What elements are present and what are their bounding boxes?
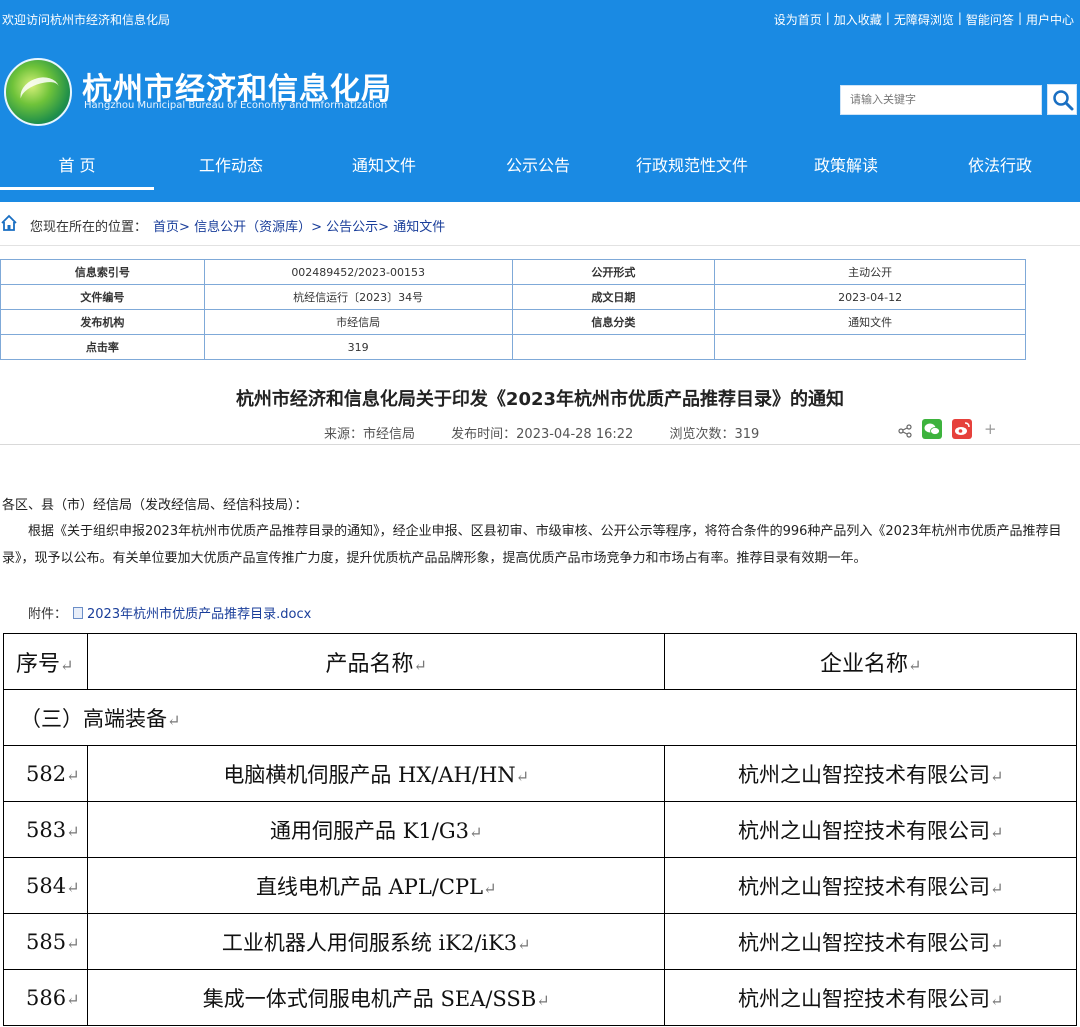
meta-key: 发布机构 xyxy=(0,309,205,335)
meta-value: 市经信局 xyxy=(203,309,513,335)
breadcrumb-announcements[interactable]: 公告公示 xyxy=(326,220,378,235)
user-center-link[interactable]: 用户中心 xyxy=(1026,11,1074,28)
breadcrumb-label: 您现在所在的位置： xyxy=(30,220,148,235)
section-title: （三）高端装备↵ xyxy=(3,689,1077,746)
meta-key: 文件编号 xyxy=(0,284,205,310)
section-row: （三）高端装备↵ xyxy=(3,689,1077,746)
row-company: 杭州之山智控技术有限公司 xyxy=(738,986,991,1011)
row-company: 杭州之山智控技术有限公司 xyxy=(738,818,991,843)
nav-notices[interactable]: 通知文件 xyxy=(307,146,461,190)
main-nav: 首 页 工作动态 通知文件 公示公告 行政规范性文件 政策解读 依法行政 xyxy=(0,146,1080,190)
meta-key: 成文日期 xyxy=(511,284,716,310)
table-header-row: 序号↵ 产品名称↵ 企业名称↵ xyxy=(3,633,1077,690)
table-row: 582↵ 电脑横机伺服产品 HX/AH/HN↵ 杭州之山智控技术有限公司↵ xyxy=(3,745,1077,802)
breadcrumb-info-public[interactable]: 信息公开（资源库） xyxy=(194,220,311,235)
row-company: 杭州之山智控技术有限公司 xyxy=(738,874,991,899)
table-row: 583↵ 通用伺服产品 K1/G3↵ 杭州之山智控技术有限公司↵ xyxy=(3,801,1077,858)
document-icon xyxy=(73,607,84,619)
header-no: 序号↵ xyxy=(3,633,88,690)
nav-policy-interpretation[interactable]: 政策解读 xyxy=(769,146,923,190)
row-company: 杭州之山智控技术有限公司 xyxy=(738,930,991,955)
header-company: 企业名称↵ xyxy=(664,633,1077,690)
add-favorite-link[interactable]: 加入收藏 xyxy=(834,11,882,28)
table-row: 584↵ 直线电机产品 APL/CPL↵ 杭州之山智控技术有限公司↵ xyxy=(3,857,1077,914)
nav-normative-docs[interactable]: 行政规范性文件 xyxy=(615,146,769,190)
meta-value: 319 xyxy=(203,334,513,360)
attachment-link[interactable]: 2023年杭州市优质产品推荐目录.docx xyxy=(87,607,311,622)
more-share-icon[interactable]: + xyxy=(984,420,997,438)
welcome-text: 欢迎访问杭州市经济和信息化局 xyxy=(2,13,171,27)
meta-value: 主动公开 xyxy=(714,259,1026,285)
attachment-label: 附件： xyxy=(28,607,68,622)
article-title: 杭州市经济和信息化局关于印发《2023年杭州市优质产品推荐目录》的通知 xyxy=(235,389,845,410)
divider xyxy=(0,245,1080,246)
row-product: 直线电机产品 APL/CPL xyxy=(255,874,484,899)
meta-empty xyxy=(511,334,716,360)
meta-key: 公开形式 xyxy=(511,259,716,285)
row-no: 585 xyxy=(26,929,67,954)
breadcrumb-home[interactable]: 首页 xyxy=(153,220,179,235)
home-icon xyxy=(1,214,17,231)
search-input[interactable]: 请输入关键字 xyxy=(840,85,1042,115)
table-row: 586↵ 集成一体式伺服电机产品 SEA/SSB↵ 杭州之山智控技术有限公司↵ xyxy=(3,969,1077,1026)
row-product: 电脑横机伺服产品 HX/AH/HN xyxy=(223,762,516,787)
wechat-icon[interactable] xyxy=(922,419,942,439)
breadcrumb-notices[interactable]: 通知文件 xyxy=(393,220,445,235)
breadcrumb: 您现在所在的位置： 首页> 信息公开（资源库）> 公告公示> 通知文件 xyxy=(0,210,1080,238)
article-publish-time: 发布时间：2023-04-28 16:22 xyxy=(451,427,634,442)
article-source: 来源：市经信局 xyxy=(324,427,416,442)
row-no: 583 xyxy=(26,817,67,842)
nav-work-news[interactable]: 工作动态 xyxy=(154,146,308,190)
row-no: 582 xyxy=(26,761,67,786)
attachment: 附件： 2023年杭州市优质产品推荐目录.docx xyxy=(28,603,311,622)
nav-home[interactable]: 首 页 xyxy=(0,146,154,190)
nav-announcements[interactable]: 公示公告 xyxy=(461,146,615,190)
row-company: 杭州之山智控技术有限公司 xyxy=(738,762,991,787)
meta-key: 信息索引号 xyxy=(0,259,205,285)
meta-value: 杭经信运行〔2023〕34号 xyxy=(203,284,513,310)
product-table: 序号↵ 产品名称↵ 企业名称↵ （三）高端装备↵ 582↵ 电脑横机伺服产品 H… xyxy=(3,633,1077,1026)
site-subtitle: Hangzhou Municipal Bureau of Economy and… xyxy=(84,100,388,111)
top-bar: 欢迎访问杭州市经济和信息化局 设为首页 | 加入收藏 | 无障碍浏览 | 智能问答 | … xyxy=(0,0,1080,38)
meta-value: 002489452/2023-00153 xyxy=(203,259,513,285)
meta-key: 信息分类 xyxy=(511,309,716,335)
row-no: 586 xyxy=(26,985,67,1010)
row-product: 集成一体式伺服电机产品 SEA/SSB xyxy=(202,986,537,1011)
meta-empty xyxy=(714,334,1026,360)
table-row: 585↵ 工业机器人用伺服系统 iK2/iK3↵ 杭州之山智控技术有限公司↵ xyxy=(3,913,1077,970)
meta-value: 2023-04-12 xyxy=(714,284,1026,310)
row-no: 584 xyxy=(26,873,67,898)
article-body: 根据《关于组织申报2023年杭州市优质产品推荐目录的通知》，经企业申报、区县初审… xyxy=(2,524,1062,566)
article-meta: 来源：市经信局 发布时间：2023-04-28 16:22 浏览次数：319 xyxy=(324,423,791,442)
weibo-icon[interactable] xyxy=(952,419,972,439)
divider xyxy=(0,444,1080,445)
info-meta-table: 信息索引号 002489452/2023-00153 公开形式 主动公开 文件编… xyxy=(0,259,1026,360)
share-icon[interactable] xyxy=(898,424,912,438)
header-product: 产品名称↵ xyxy=(86,633,666,690)
meta-key: 点击率 xyxy=(0,334,205,360)
set-homepage-link[interactable]: 设为首页 xyxy=(774,11,822,28)
site-header: 欢迎访问杭州市经济和信息化局 设为首页 | 加入收藏 | 无障碍浏览 | 智能问答 | … xyxy=(0,0,1080,202)
meta-value: 通知文件 xyxy=(714,309,1026,335)
accessibility-link[interactable]: 无障碍浏览 xyxy=(894,11,954,28)
row-product: 工业机器人用伺服系统 iK2/iK3 xyxy=(221,930,518,955)
article-views: 浏览次数：319 xyxy=(669,427,760,442)
site-logo-icon[interactable] xyxy=(4,58,72,126)
search-button[interactable] xyxy=(1047,84,1077,115)
row-product: 通用伺服产品 K1/G3 xyxy=(270,818,469,843)
top-links: 设为首页 | 加入收藏 | 无障碍浏览 | 智能问答 | 用户中心 xyxy=(773,11,1074,28)
smart-qa-link[interactable]: 智能问答 xyxy=(966,11,1014,28)
nav-law-administration[interactable]: 依法行政 xyxy=(923,146,1077,190)
search-icon xyxy=(1053,90,1074,111)
article-greeting: 各区、县（市）经信局（发改经信局、经信科技局）： xyxy=(2,498,308,513)
